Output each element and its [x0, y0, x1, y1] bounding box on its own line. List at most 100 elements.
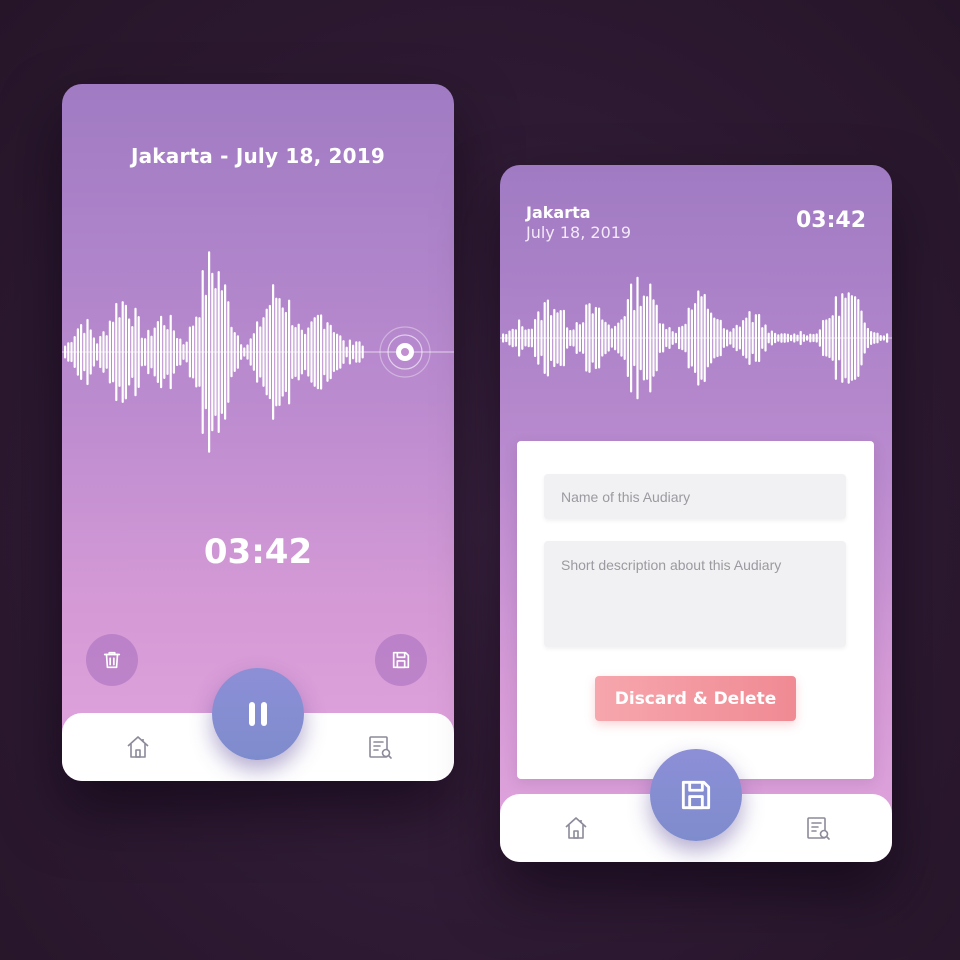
waveform-bar — [102, 331, 105, 373]
waveform-bar — [332, 332, 335, 372]
waveform-bar — [754, 314, 757, 362]
waveform-bar — [604, 321, 607, 355]
waveform-bar — [639, 305, 642, 371]
playhead-indicator[interactable] — [379, 326, 431, 378]
waveform-bar — [281, 307, 284, 397]
waveform-bar — [361, 345, 364, 359]
recording-screen: Jakarta - July 18, 2019 03:42 — [62, 84, 454, 781]
waveform-bar — [678, 326, 681, 350]
waveform — [62, 251, 454, 453]
waveform-bar — [873, 332, 876, 344]
waveform-bar — [710, 312, 713, 364]
waveform-bar — [617, 322, 620, 354]
waveform-bar — [355, 341, 358, 363]
waveform-bar — [358, 341, 361, 363]
home-icon[interactable] — [124, 733, 152, 761]
waveform-bar — [316, 314, 319, 390]
description-input[interactable] — [544, 541, 846, 647]
waveform-bar — [626, 299, 629, 377]
waveform-bar — [636, 276, 639, 400]
list-search-icon[interactable] — [366, 733, 394, 761]
home-icon[interactable] — [562, 814, 590, 842]
waveform-bar — [729, 331, 732, 345]
waveform-bar — [556, 312, 559, 364]
delete-button[interactable] — [86, 634, 138, 686]
waveform-bar — [767, 332, 770, 344]
waveform-bar — [841, 293, 844, 383]
recording-date: July 18, 2019 — [526, 223, 632, 242]
waveform-bar — [99, 335, 102, 369]
waveform-bar — [722, 328, 725, 348]
name-input[interactable] — [544, 474, 846, 519]
waveform-bar — [115, 302, 118, 402]
waveform-bar — [169, 314, 172, 390]
waveform-bar — [86, 318, 89, 386]
waveform-bar — [73, 336, 76, 368]
waveform-bar — [726, 329, 729, 347]
waveform-bar — [540, 319, 543, 357]
waveform-bar — [265, 308, 268, 396]
waveform-bar — [761, 327, 764, 349]
waveform-bar — [697, 290, 700, 386]
waveform-bar — [153, 327, 156, 377]
waveform-bar — [780, 333, 783, 343]
save-button[interactable] — [375, 634, 427, 686]
discard-delete-button[interactable]: Discard & Delete — [595, 676, 796, 721]
waveform-bar — [259, 326, 262, 378]
waveform-bar — [172, 330, 175, 374]
waveform-bar — [847, 292, 850, 384]
waveform-bar — [649, 283, 652, 393]
waveform-bar — [83, 332, 86, 372]
waveform-bar — [521, 326, 524, 350]
floppy-disk-icon — [681, 780, 711, 810]
waveform-bar — [783, 333, 786, 343]
waveform-bar — [838, 315, 841, 361]
save-button[interactable] — [650, 749, 742, 841]
waveform-bar — [818, 329, 821, 347]
waveform-bar — [863, 322, 866, 354]
list-search-icon[interactable] — [804, 814, 832, 842]
waveform-bar — [105, 335, 108, 369]
waveform-bar — [559, 309, 562, 367]
waveform-bar — [131, 326, 134, 378]
waveform-bar — [764, 324, 767, 352]
waveform-bar — [147, 329, 150, 375]
waveform-bar — [857, 299, 860, 377]
waveform-bar — [201, 270, 204, 434]
waveform-bar — [623, 316, 626, 360]
waveform-bar — [345, 346, 348, 358]
waveform-bar — [575, 321, 578, 355]
waveform-bar — [825, 319, 828, 357]
waveform-bar — [812, 333, 815, 343]
waveform-bar — [671, 331, 674, 345]
pause-button[interactable] — [212, 668, 304, 760]
waveform-bar — [758, 313, 761, 363]
waveform-bar — [703, 293, 706, 383]
waveform-bar — [160, 315, 163, 389]
waveform-bar — [658, 323, 661, 353]
waveform-bar — [211, 272, 214, 432]
waveform-bar — [879, 335, 882, 341]
waveform-bar — [310, 321, 313, 383]
waveform-bar — [352, 344, 355, 360]
waveform-bar — [716, 318, 719, 358]
waveform-bar — [294, 326, 297, 378]
waveform-bar — [144, 338, 147, 366]
waveform-bar — [770, 330, 773, 346]
waveform-bar — [166, 329, 169, 375]
waveform-bar — [502, 333, 505, 343]
waveform-bar — [195, 316, 198, 388]
waveform-bar — [323, 328, 326, 376]
waveform-bar — [76, 328, 79, 376]
waveform-bar — [508, 330, 511, 346]
waveform-bar — [92, 337, 95, 367]
save-form: Discard & Delete — [517, 441, 874, 779]
waveform-bar — [313, 317, 316, 387]
waveform-bar — [662, 323, 665, 353]
waveform-bar — [140, 337, 143, 367]
waveform-bar — [831, 315, 834, 361]
waveform-bar — [601, 319, 604, 357]
waveform-bar — [291, 324, 294, 380]
waveform-bar — [854, 296, 857, 380]
waveform-bar — [633, 309, 636, 367]
